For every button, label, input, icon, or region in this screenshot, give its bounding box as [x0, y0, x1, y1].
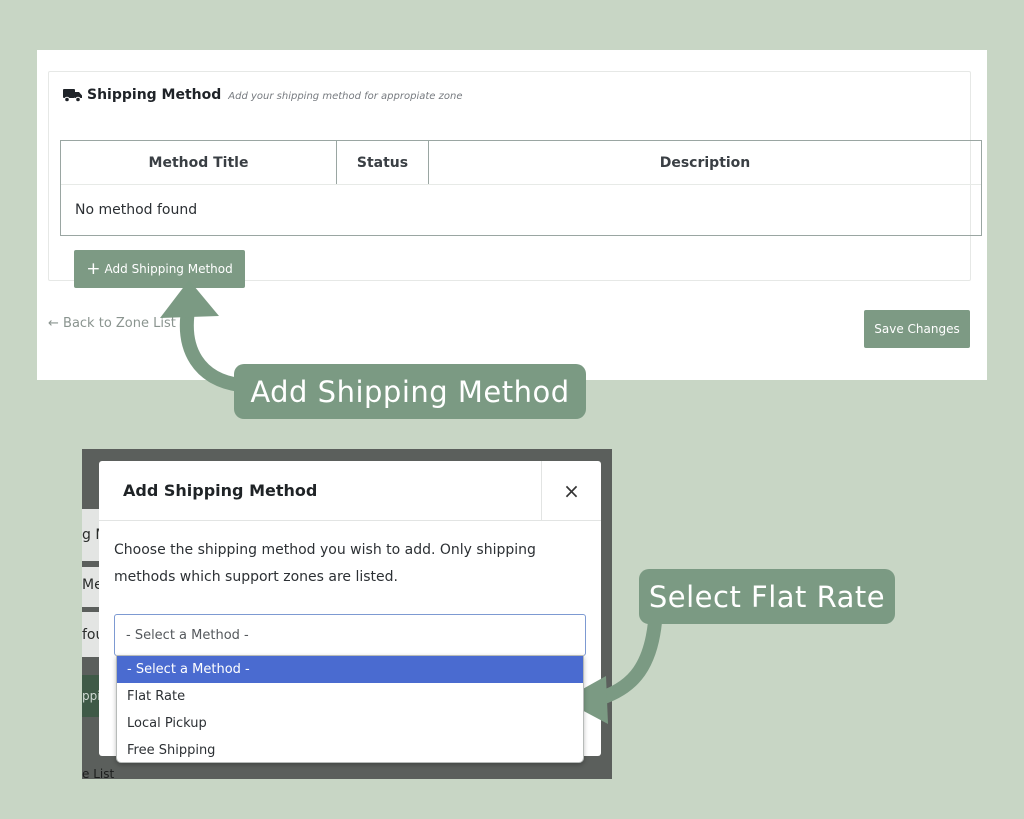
close-icon[interactable]: ×: [541, 461, 601, 521]
dropdown-option-local-pickup[interactable]: Local Pickup: [117, 710, 583, 737]
column-header-description: Description: [659, 154, 751, 171]
shipping-method-select[interactable]: - Select a Method -: [114, 614, 586, 656]
add-shipping-method-label: Add Shipping Method: [104, 262, 233, 276]
background-text-fragment: e List: [82, 767, 115, 779]
modal-title: Add Shipping Method: [123, 481, 318, 500]
shipping-method-card: Shipping Method Add your shipping method…: [48, 71, 982, 288]
column-header-method-title: Method Title: [61, 141, 337, 184]
dropdown-option-flat-rate[interactable]: Flat Rate: [117, 683, 583, 710]
card-header: Shipping Method Add your shipping method…: [63, 85, 462, 105]
card-title: Shipping Method: [87, 87, 222, 103]
table-header-row: Method Title Status Description: [61, 141, 981, 185]
modal-header: Add Shipping Method ×: [99, 461, 601, 521]
plus-icon: +: [86, 258, 101, 279]
add-shipping-method-button[interactable]: + Add Shipping Method: [74, 250, 245, 288]
card-subtitle: Add your shipping method for appropiate …: [228, 91, 463, 102]
empty-table-message: No method found: [75, 202, 198, 218]
shipping-method-dropdown: - Select a Method - Flat Rate Local Pick…: [116, 655, 584, 763]
dropdown-option-select-a-method[interactable]: - Select a Method -: [117, 656, 583, 683]
back-to-zone-list-link[interactable]: ← Back to Zone List: [48, 316, 176, 331]
save-changes-button[interactable]: Save Changes: [864, 310, 970, 348]
callout-add-shipping-method: Add Shipping Method: [234, 364, 586, 419]
modal-description: Choose the shipping method you wish to a…: [114, 542, 536, 585]
callout-select-flat-rate: Select Flat Rate: [639, 569, 895, 624]
truck-icon: [63, 87, 83, 103]
shipping-methods-table: Method Title Status Description No metho…: [60, 140, 982, 236]
column-header-status: Status: [337, 141, 429, 184]
dropdown-option-free-shipping[interactable]: Free Shipping: [117, 737, 583, 764]
shipping-settings-panel: Shipping Method Add your shipping method…: [37, 50, 987, 380]
